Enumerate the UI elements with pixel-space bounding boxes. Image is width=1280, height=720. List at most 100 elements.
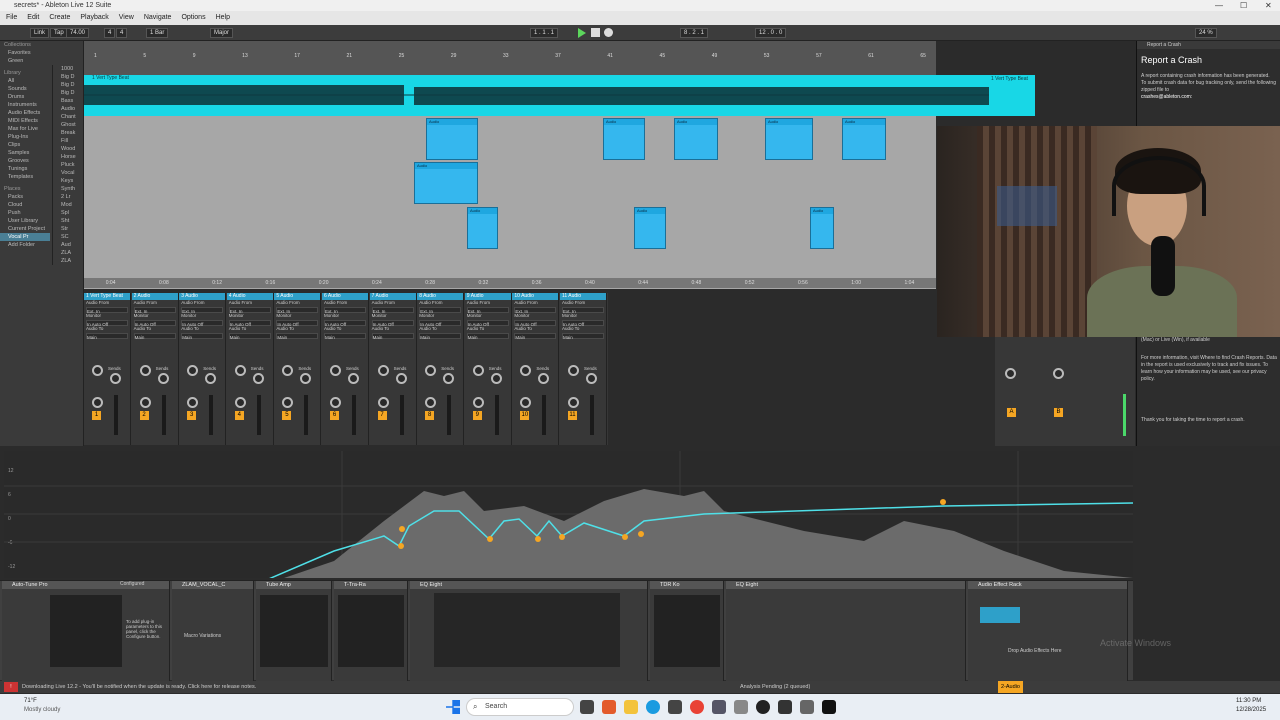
volume-fader[interactable] (256, 395, 261, 435)
track-number[interactable]: 6 (330, 411, 339, 420)
place-cloud[interactable]: Cloud (0, 201, 50, 209)
beat-ruler[interactable]: 1 5 9 13 17 21 25 29 33 37 41 45 49 53 5… (84, 41, 936, 75)
stop-icon[interactable] (591, 28, 600, 37)
pan-knob[interactable] (282, 365, 294, 376)
send-knob[interactable] (282, 397, 294, 408)
minimize-icon[interactable]: — (1215, 0, 1223, 11)
audio-clip[interactable]: Audio (426, 118, 478, 160)
sig-denominator[interactable]: 4 (116, 28, 128, 38)
file-item[interactable]: Chant (53, 113, 84, 121)
volume-fader[interactable] (399, 395, 404, 435)
send-knob[interactable] (520, 397, 532, 408)
file-item[interactable]: Big D (53, 81, 84, 89)
device-autotune[interactable]: Auto-Tune Pro Configured To add plug-in … (2, 581, 170, 681)
mixer-strip[interactable]: 3 Audio Audio From Ext. In Monitor In Auto O… (179, 293, 227, 445)
send-knob[interactable] (110, 373, 121, 384)
library-grooves[interactable]: Grooves (0, 157, 50, 165)
eq-mini-display[interactable] (434, 593, 620, 667)
send-knob[interactable] (1005, 368, 1016, 379)
app-icon[interactable] (734, 700, 748, 714)
file-item[interactable]: Horse (53, 153, 84, 161)
file-explorer-icon[interactable] (624, 700, 638, 714)
audio-clip[interactable]: Audio (634, 207, 666, 249)
alert-icon[interactable]: ! (4, 682, 18, 692)
track-number[interactable]: 8 (425, 411, 435, 420)
menu-options[interactable]: Options (181, 11, 205, 25)
eq-curve[interactable] (4, 451, 1133, 578)
file-item[interactable]: ZLA (53, 257, 84, 265)
record-icon[interactable] (604, 28, 613, 37)
volume-fader[interactable] (161, 395, 166, 435)
send-knob[interactable] (157, 373, 169, 384)
edge-icon[interactable] (646, 700, 660, 714)
menu-playback[interactable]: Playback (80, 11, 108, 25)
output-select[interactable]: Main (514, 333, 557, 340)
file-item[interactable]: Break (53, 129, 84, 137)
library-instruments[interactable]: Instruments (0, 101, 50, 109)
chrome-icon[interactable] (690, 700, 704, 714)
status-message[interactable]: Downloading Live 12.2 - You'll be notifi… (22, 684, 256, 690)
track-name[interactable]: 1 Vert Type Beat (84, 293, 130, 300)
file-item[interactable]: Aud (53, 241, 84, 249)
send-knob[interactable] (92, 397, 103, 408)
audio-clip[interactable]: Audio (765, 118, 813, 160)
send-knob[interactable] (1053, 368, 1064, 379)
output-select[interactable]: Main (228, 333, 271, 340)
ableton-icon[interactable] (822, 700, 836, 714)
loop-start-field[interactable]: 8 . 2 . 1 (680, 28, 709, 38)
file-item[interactable]: Big D (53, 89, 84, 97)
return-b-number[interactable]: B (1054, 408, 1063, 417)
output-select[interactable]: Main (133, 333, 176, 340)
rack-chain[interactable] (980, 607, 1020, 623)
play-icon[interactable] (578, 28, 586, 38)
mixer-strip[interactable]: 6 Audio Audio From Ext. In Monitor In Auto O… (322, 293, 369, 445)
send-knob[interactable] (300, 373, 312, 384)
macro-variations[interactable]: Macro Variations (184, 633, 221, 639)
device-audio-effect-rack[interactable]: Audio Effect Rack Drop Audio Effects Her… (968, 581, 1128, 681)
task-view-icon[interactable] (580, 700, 594, 714)
track-name[interactable]: 6 Audio (322, 293, 368, 300)
menu-create[interactable]: Create (49, 11, 70, 25)
device-zlam-vocal[interactable]: ZLAM_VOCAL_C Macro Variations (172, 581, 254, 681)
mixer-strip[interactable]: 8 Audio Audio From Ext. In Monitor In Auto O… (417, 293, 465, 445)
send-knob[interactable] (538, 373, 550, 384)
audio-clip[interactable]: Audio (467, 207, 498, 249)
device-eq-eight-2[interactable]: EQ Eight (726, 581, 966, 681)
volume-fader[interactable] (114, 395, 118, 435)
selected-track[interactable]: 2-Audio (998, 681, 1023, 693)
audio-clip[interactable]: Audio (674, 118, 718, 160)
settings-icon[interactable] (712, 700, 726, 714)
pan-knob[interactable] (139, 365, 151, 376)
add-folder[interactable]: Add Folder (0, 241, 50, 249)
menu-help[interactable]: Help (216, 11, 230, 25)
track-name[interactable]: 7 Audio (369, 293, 416, 300)
output-select[interactable]: Main (466, 333, 509, 340)
file-item[interactable]: Mod (53, 201, 84, 209)
library-tunings[interactable]: Tunings (0, 165, 50, 173)
maximize-icon[interactable]: ☐ (1240, 0, 1247, 11)
volume-fader[interactable] (304, 395, 309, 435)
mixer-strip[interactable]: 1 Vert Type Beat Audio From Ext. In Monitor… (84, 293, 131, 445)
app-icon[interactable] (778, 700, 792, 714)
place-packs[interactable]: Packs (0, 193, 50, 201)
output-select[interactable]: Main (276, 333, 319, 340)
sig-numerator[interactable]: 4 (104, 28, 116, 38)
place-current-project[interactable]: Current Project (0, 225, 50, 233)
track-number[interactable]: 9 (472, 411, 482, 420)
file-item[interactable]: Ghost (53, 121, 84, 129)
track-1-lane[interactable]: 1 Vert Type Beat (84, 75, 989, 116)
send-knob[interactable] (425, 397, 437, 408)
send-knob[interactable] (187, 397, 199, 408)
windows-start-icon[interactable] (446, 700, 460, 714)
library-all[interactable]: All (0, 77, 50, 85)
volume-fader[interactable] (542, 395, 547, 435)
library-max[interactable]: Max for Live (0, 125, 50, 133)
place-push[interactable]: Push (0, 209, 50, 217)
send-knob[interactable] (377, 397, 389, 408)
output-select[interactable]: Main (181, 333, 224, 340)
volume-fader[interactable] (447, 395, 452, 435)
file-item[interactable]: Fill (53, 137, 84, 145)
collection-green[interactable]: Green (0, 57, 50, 65)
pan-knob[interactable] (330, 365, 341, 376)
pan-knob[interactable] (187, 365, 199, 376)
